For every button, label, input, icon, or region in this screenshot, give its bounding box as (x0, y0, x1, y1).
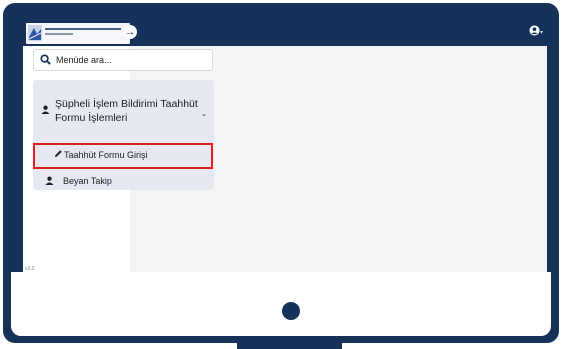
logo-emblem-icon (28, 25, 42, 41)
sidebar-toggle-button[interactable]: → (123, 25, 137, 39)
person-icon (41, 105, 50, 114)
pencil-icon (54, 150, 62, 158)
monitor-chin (11, 272, 551, 336)
menu-item-beyan-takip[interactable] (33, 171, 213, 189)
person-icon (45, 176, 54, 185)
logo-text (45, 28, 121, 30)
chevron-down-icon: ▾ (540, 29, 544, 36)
user-circle-icon (529, 25, 540, 36)
user-menu-button[interactable]: ▾ (529, 25, 543, 40)
logo-subtext (45, 33, 73, 35)
monitor-stand (237, 343, 342, 349)
power-button-icon (282, 302, 300, 320)
search-placeholder: Menüde ara... (56, 55, 112, 65)
org-logo[interactable] (26, 23, 130, 44)
chevron-down-icon[interactable]: ⌄ (201, 110, 207, 118)
top-navbar: → ▾ (23, 19, 547, 46)
screen: → ▾ Menüde ara... Şüpheli İşlem Bildirim… (23, 19, 547, 272)
menu-item-label: Beyan Takip (63, 176, 112, 186)
menu-group-title: Şüpheli İşlem Bildirimi Taahhüt Formu İş… (55, 98, 198, 124)
menu-search-input[interactable]: Menüde ara... (33, 49, 213, 71)
monitor-frame: → ▾ Menüde ara... Şüpheli İşlem Bildirim… (3, 3, 559, 343)
menu-item-label: Taahhüt Formu Girişi (64, 150, 148, 160)
search-icon (40, 54, 51, 65)
